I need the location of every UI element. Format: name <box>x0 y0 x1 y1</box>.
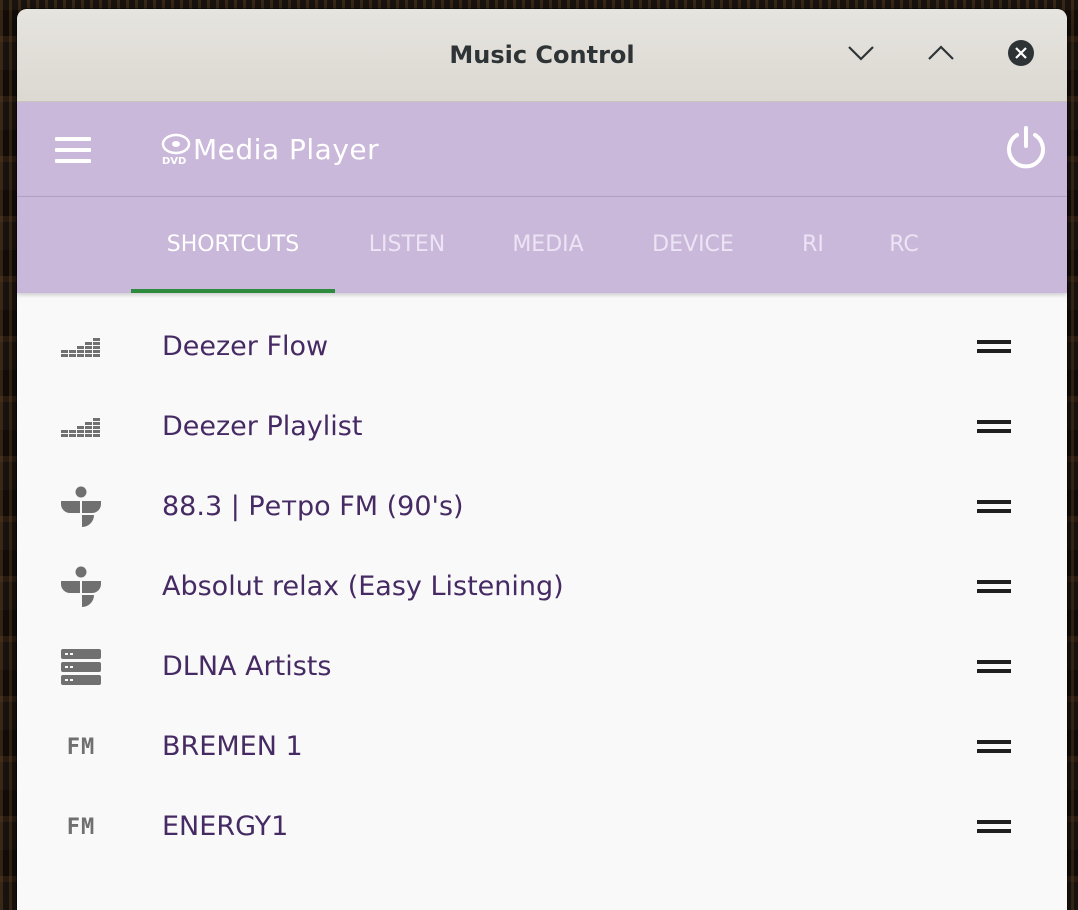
tab-media[interactable]: MEDIA <box>491 197 605 293</box>
shortcut-row[interactable]: Absolut relax (Easy Listening) <box>17 547 1067 627</box>
drag-handle-icon[interactable] <box>977 420 1013 434</box>
minimize-button[interactable] <box>843 35 879 71</box>
active-tab-indicator <box>131 289 335 293</box>
drag-handle-icon[interactable] <box>977 580 1013 594</box>
drag-handle-icon[interactable] <box>977 340 1013 354</box>
chevron-down-icon <box>848 46 874 61</box>
app-bar: DVD Media Player <box>17 102 1067 197</box>
shortcut-label: DLNA Artists <box>162 651 332 682</box>
drag-handle-icon[interactable] <box>977 740 1013 754</box>
shortcut-label: ENERGY1 <box>162 811 289 842</box>
shortcut-label: Deezer Playlist <box>162 411 363 442</box>
svg-text:DVD: DVD <box>162 156 186 166</box>
tab-listen[interactable]: LISTEN <box>347 197 467 293</box>
deezer-icon <box>59 327 103 367</box>
fm-icon-text: FM <box>66 734 96 760</box>
tab-ri[interactable]: RI <box>787 197 839 293</box>
window-titlebar[interactable]: Music Control <box>17 9 1067 102</box>
power-icon[interactable] <box>1003 125 1049 171</box>
fm-radio-icon: FM <box>59 807 103 847</box>
hamburger-menu-button[interactable] <box>53 135 93 165</box>
shortcut-label: BREMEN 1 <box>162 731 303 762</box>
chevron-up-icon <box>928 45 954 60</box>
tunein-icon <box>59 486 103 527</box>
shortcut-row[interactable]: FM BREMEN 1 <box>17 707 1067 787</box>
fm-icon-text: FM <box>66 814 96 840</box>
shortcut-label: 88.3 | Ретро FM (90's) <box>162 491 464 522</box>
maximize-button[interactable] <box>923 35 959 71</box>
app-title: Media Player <box>193 132 380 166</box>
fm-radio-icon: FM <box>59 727 103 767</box>
server-icon <box>59 647 103 687</box>
dvd-icon: DVD <box>161 133 191 166</box>
shortcut-row[interactable]: DLNA Artists <box>17 627 1067 707</box>
shortcut-row[interactable]: Deezer Flow <box>17 307 1067 387</box>
drag-handle-icon[interactable] <box>977 820 1013 834</box>
close-button[interactable] <box>1003 35 1039 71</box>
tab-rc[interactable]: RC <box>873 197 935 293</box>
shortcut-row[interactable]: 88.3 | Ретро FM (90's) <box>17 467 1067 547</box>
tab-shortcuts[interactable]: SHORTCUTS <box>131 197 335 293</box>
shortcut-label: Deezer Flow <box>162 331 329 362</box>
tunein-icon <box>59 566 103 607</box>
shortcut-row[interactable]: FM ENERGY1 <box>17 787 1067 867</box>
tab-bar: SHORTCUTS LISTEN MEDIA DEVICE RI RC <box>17 197 1067 293</box>
app-window: Music Control DVD Media Player SHORTCUTS… <box>17 9 1067 910</box>
shortcut-label: Absolut relax (Easy Listening) <box>162 571 564 602</box>
deezer-icon <box>59 407 103 447</box>
close-icon <box>1008 40 1034 66</box>
drag-handle-icon[interactable] <box>977 500 1013 514</box>
window-title: Music Control <box>449 41 635 69</box>
drag-handle-icon[interactable] <box>977 660 1013 674</box>
tab-device[interactable]: DEVICE <box>631 197 755 293</box>
shortcut-row[interactable]: Deezer Playlist <box>17 387 1067 467</box>
app-title-group: DVD Media Player <box>161 124 379 174</box>
